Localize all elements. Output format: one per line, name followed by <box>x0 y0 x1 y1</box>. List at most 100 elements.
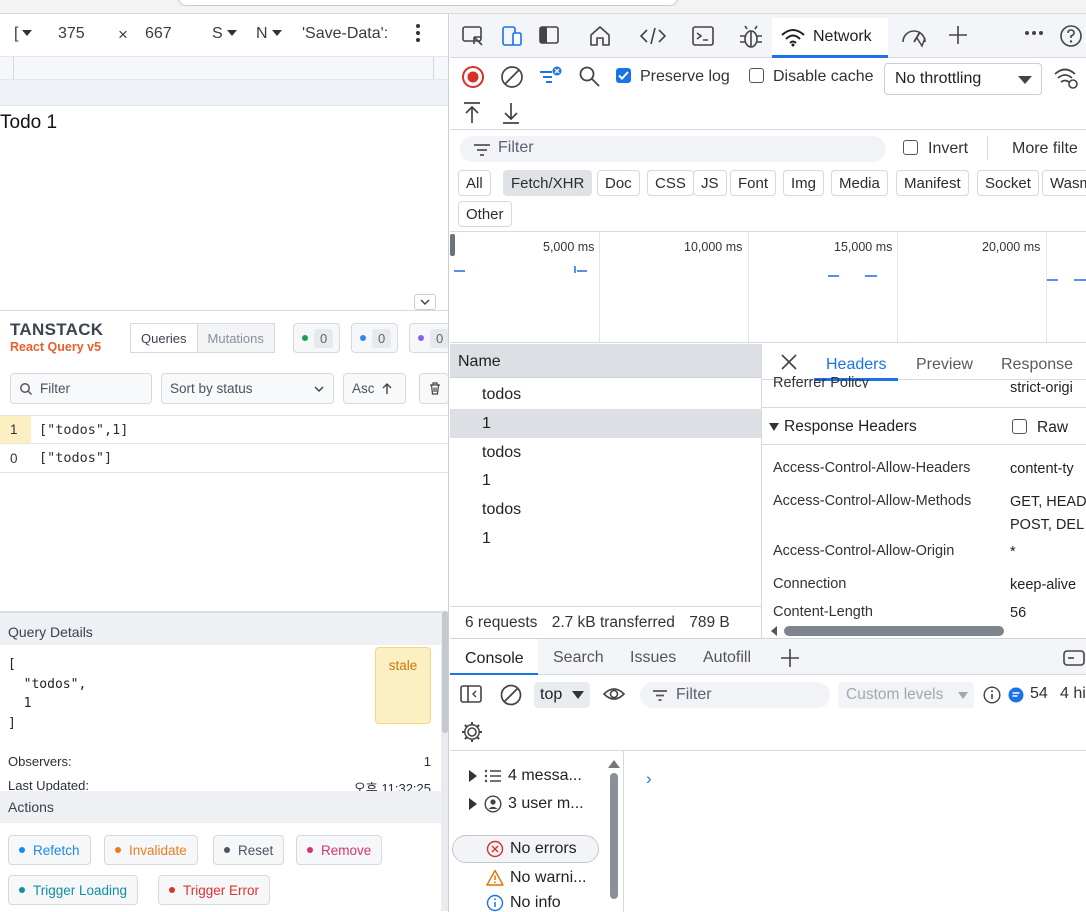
dock-side-icon[interactable] <box>538 24 560 46</box>
tab-preview[interactable]: Preview <box>916 356 973 374</box>
chip-js[interactable]: JS <box>693 170 727 196</box>
chip-font[interactable]: Font <box>730 170 777 196</box>
horizontal-scrollbar[interactable] <box>770 624 1086 636</box>
response-headers-section[interactable]: Response Headers Raw <box>762 407 1086 445</box>
mutations-tab[interactable]: Mutations <box>196 324 274 352</box>
tab-issues[interactable]: Issues <box>630 649 676 667</box>
width-input[interactable]: 375 <box>58 25 85 43</box>
clear-cache-button[interactable] <box>419 373 448 404</box>
trigger-loading-button[interactable]: Trigger Loading <box>8 875 139 905</box>
query-filter-input[interactable]: Filter <box>10 373 152 404</box>
timeline-handle[interactable] <box>450 234 455 256</box>
devtools-collapse-button[interactable] <box>414 294 436 310</box>
eye-icon[interactable] <box>602 685 626 703</box>
sort-select[interactable]: Sort by status <box>161 373 334 404</box>
home-icon[interactable] <box>588 24 612 48</box>
invert-checkbox[interactable] <box>903 140 918 155</box>
request-row-selected[interactable]: 1 <box>450 409 761 438</box>
console-toolbar: top Filter Custom levels 54 4 hi <box>450 675 1086 751</box>
chevron-down-icon <box>958 692 968 699</box>
more-filters-button[interactable]: More filte <box>1012 140 1078 158</box>
tab-console[interactable]: Console <box>450 639 538 675</box>
tab-response[interactable]: Response <box>1001 356 1073 374</box>
sidebar-item-messages[interactable]: 4 messa... <box>468 762 618 790</box>
queries-tab[interactable]: Queries <box>131 324 197 352</box>
dock-drawer-icon[interactable] <box>1062 649 1086 667</box>
chip-all[interactable]: All <box>458 170 491 196</box>
plus-icon[interactable] <box>780 648 800 668</box>
request-row[interactable]: 1 <box>450 524 761 553</box>
more-icon[interactable] <box>1024 30 1044 36</box>
gear-icon[interactable] <box>460 720 484 744</box>
request-row[interactable]: todos <box>450 438 761 467</box>
record-stop-icon[interactable] <box>461 65 485 89</box>
request-row[interactable]: 1 <box>450 466 761 495</box>
device-toggle-icon[interactable] <box>500 24 524 48</box>
sources-bug-icon[interactable] <box>738 24 764 50</box>
dimensions-select[interactable]: [ <box>14 25 33 43</box>
log-levels-select[interactable]: Custom levels <box>838 682 974 708</box>
chip-doc[interactable]: Doc <box>597 170 640 196</box>
chip-img[interactable]: Img <box>783 170 825 196</box>
performance-icon[interactable] <box>900 24 928 48</box>
fetching-count-badge: 0 <box>351 323 399 353</box>
chip-manifest[interactable]: Manifest <box>896 170 969 196</box>
help-icon[interactable] <box>1059 24 1083 48</box>
import-har-icon[interactable] <box>461 100 483 126</box>
sort-order-button[interactable]: Asc <box>343 373 406 404</box>
refetch-button[interactable]: Refetch <box>8 835 91 865</box>
chip-media[interactable]: Media <box>831 170 888 196</box>
search-icon[interactable] <box>578 65 602 89</box>
query-row[interactable]: 1 ["todos",1] <box>0 415 448 444</box>
height-input[interactable]: 667 <box>145 25 172 43</box>
trigger-error-button[interactable]: Trigger Error <box>158 875 271 905</box>
elements-icon[interactable] <box>639 24 667 48</box>
invalidate-button[interactable]: Invalidate <box>104 835 198 865</box>
chip-other[interactable]: Other <box>458 201 512 227</box>
filter-settings-icon[interactable] <box>538 64 564 88</box>
network-conditions-icon[interactable] <box>1053 66 1079 90</box>
raw-checkbox[interactable] <box>1012 419 1027 434</box>
reset-button[interactable]: Reset <box>213 835 285 865</box>
arrow-up-icon <box>608 760 620 768</box>
tab-autofill[interactable]: Autofill <box>703 649 751 667</box>
chip-socket[interactable]: Socket <box>977 170 1039 196</box>
details-scrollbar[interactable] <box>441 611 448 911</box>
throttle-select[interactable]: N <box>256 25 282 43</box>
preserve-log-checkbox[interactable] <box>616 68 631 83</box>
sidebar-item-user-messages[interactable]: 3 user m... <box>468 790 618 818</box>
request-row[interactable]: todos <box>450 495 761 524</box>
network-filter-input[interactable]: Filter <box>460 136 886 162</box>
chip-css[interactable]: CSS <box>647 170 694 196</box>
header-row-clipped: Content-Length 56 <box>762 606 1086 622</box>
name-column-header[interactable]: Name <box>450 344 761 378</box>
sidebar-scrollbar[interactable] <box>607 759 621 909</box>
clear-icon[interactable] <box>500 65 524 89</box>
console-prompt[interactable]: › <box>646 769 652 789</box>
request-row[interactable]: todos <box>450 380 761 409</box>
tanstack-logo[interactable]: TANSTACK React Query v5 <box>10 321 103 354</box>
remove-button[interactable]: Remove <box>296 835 383 865</box>
console-icon[interactable] <box>691 24 715 48</box>
info-icon[interactable] <box>983 686 1001 704</box>
chip-wasm[interactable]: Wasm <box>1042 170 1086 196</box>
clear-console-icon[interactable] <box>500 684 522 706</box>
inspect-element-icon[interactable] <box>461 24 485 48</box>
tab-network[interactable]: Network <box>772 18 888 58</box>
throttling-select[interactable]: No throttling <box>884 63 1042 95</box>
sidebar-toggle-icon[interactable] <box>460 684 482 704</box>
kebab-icon[interactable] <box>414 23 422 43</box>
disable-cache-checkbox[interactable] <box>749 68 764 83</box>
plus-icon[interactable] <box>947 24 969 46</box>
export-har-icon[interactable] <box>500 100 522 126</box>
tab-search[interactable]: Search <box>553 649 604 667</box>
timeline-overview[interactable]: 5,000 ms 10,000 ms 15,000 ms 20,000 ms <box>450 231 1086 343</box>
zoom-select[interactable]: S <box>212 25 237 43</box>
close-icon[interactable] <box>780 353 798 371</box>
save-data-select[interactable]: 'Save-Data': <box>302 25 388 43</box>
chip-fetch-xhr[interactable]: Fetch/XHR <box>503 170 593 196</box>
query-row[interactable]: 0 ["todos"] <box>0 444 448 473</box>
address-bar[interactable] <box>178 0 678 6</box>
context-select[interactable]: top <box>534 682 590 708</box>
console-filter-input[interactable]: Filter <box>640 682 830 708</box>
